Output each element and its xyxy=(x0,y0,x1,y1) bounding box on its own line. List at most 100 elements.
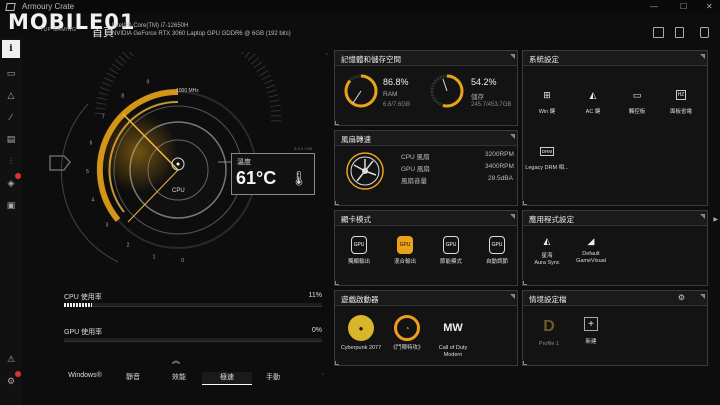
tile-label: Win 鍵 xyxy=(538,109,556,115)
ac-key-toggle[interactable]: ◭ AC 鍵 xyxy=(569,87,617,116)
scale-tick-label: 4 xyxy=(92,198,95,204)
corner-icon xyxy=(510,214,515,219)
thermometer-icon: 🌡 xyxy=(290,170,308,186)
fan-noise-value: 28.5dBA xyxy=(488,175,513,182)
card-header: 顯卡模式 xyxy=(335,211,517,226)
gpu-chip-icon: GPU xyxy=(351,236,367,254)
phone-icon[interactable] xyxy=(675,27,684,38)
tuf-gaming-badge: TUF GAMING xyxy=(40,27,77,33)
cpu-usage-bar xyxy=(64,303,322,307)
gpu-usage-value: 0% xyxy=(311,327,322,334)
gpu-name: NVIDIA GeForce RTX 3060 Laptop GPU GDDR6… xyxy=(112,31,291,37)
sidebar-item-gpu[interactable]: ∕ xyxy=(4,110,18,124)
touchpad-toggle[interactable]: ▭ 觸控板 xyxy=(613,87,661,116)
tab-silent[interactable]: 靜音 xyxy=(108,372,158,382)
storage-gauge xyxy=(430,74,464,108)
sidebar-item-tuning[interactable]: ⫶ xyxy=(4,154,18,168)
scenario-profile-card[interactable]: 情境設定檔 ⚙ D Profile 1 + 新建 xyxy=(522,290,708,366)
tile-label: Legacy DRM 相... xyxy=(525,165,569,171)
windows-key-icon: ⊞ xyxy=(543,89,551,100)
aura-sync-tile[interactable]: ◭ 星海 Aura Sync xyxy=(523,233,571,267)
profile-1-tile[interactable]: D Profile 1 xyxy=(525,317,573,347)
sidebar-item-home[interactable]: i xyxy=(2,40,20,58)
tab-performance[interactable]: 效能 xyxy=(154,372,204,382)
close-icon[interactable]: ✕ xyxy=(706,2,713,11)
legacy-drm-toggle[interactable]: DRM Legacy DRM 相... xyxy=(523,143,571,171)
win-key-toggle[interactable]: ⊞ Win 鍵 xyxy=(523,87,571,116)
gpu-mode-hybrid[interactable]: GPU 混合輸出 xyxy=(381,236,429,265)
gpu-fan-value: 3400RPM xyxy=(485,163,514,170)
sidebar-item-news[interactable]: ▣ xyxy=(4,198,18,212)
tile-sub: 星海 xyxy=(541,253,553,259)
sidebar-item-user[interactable]: ⚠ xyxy=(4,352,18,366)
panel-handle-icon[interactable]: ▫ xyxy=(326,52,328,58)
tile-label: 觸控板 xyxy=(628,109,646,115)
card-title: 情境設定檔 xyxy=(529,295,567,304)
card-header: 系統設定 xyxy=(523,51,707,66)
storage-detail: 245.7/453.7GB xyxy=(471,102,512,108)
card-title: 系統設定 xyxy=(529,55,559,64)
gpu-mode-auto[interactable]: GPU 自動調節 xyxy=(473,236,521,265)
mobile-sync-icon[interactable] xyxy=(700,27,709,38)
scale-tick-label: 5 xyxy=(86,169,89,175)
gpu-mode-card[interactable]: 顯卡模式 GPU 獨顯輸出 GPU 混合輸出 GPU 節能模式 GPU 自動調節 xyxy=(334,210,518,286)
clock-label: 1000 MHz xyxy=(176,88,199,94)
storage-label: 儲存 xyxy=(471,94,484,101)
panel-power-saving-icon: HZ xyxy=(675,90,687,100)
tile-label: 新建 xyxy=(585,339,597,345)
new-profile-tile[interactable]: + 新建 xyxy=(567,317,615,345)
sidebar-item-device[interactable]: ▭ xyxy=(4,66,18,80)
card-header: 風扇轉速 xyxy=(335,131,517,146)
fan-icon xyxy=(346,152,384,190)
memory-storage-card[interactable]: 記憶體和儲存空間 86.8% RAM 6.6/7.6GB 54.2% 儲存 24… xyxy=(334,50,518,126)
system-settings-card[interactable]: 系統設定 ⊞ Win 鍵 ◭ AC 鍵 ▭ 觸控板 HZ 面板省電 DRM Le… xyxy=(522,50,708,206)
minimize-icon[interactable]: — xyxy=(650,2,658,11)
chevron-right-icon[interactable]: ▶ xyxy=(713,216,718,223)
corner-tick xyxy=(335,201,339,205)
gpu-mode-ultimate[interactable]: GPU 獨顯輸出 xyxy=(335,236,383,265)
game-label: 《鬥陣特攻》 xyxy=(390,345,424,351)
panel-handle-icon[interactable]: ▫ xyxy=(322,372,324,378)
game-launcher-card[interactable]: 遊戲啟動器 ● Cyberpunk 2077 ◔ 《鬥陣特攻》 MW Call … xyxy=(334,290,518,366)
gpu-chip-icon: GPU xyxy=(489,236,505,254)
tab-turbo[interactable]: 極速 xyxy=(202,372,252,385)
ac-key-icon: ◭ xyxy=(589,89,597,100)
fan-speed-card[interactable]: 風扇轉速 CPU 風扇 3200RPM GPU 風扇 3400RPM 風扇音量 … xyxy=(334,130,518,206)
tile-label: 獨顯輸出 xyxy=(347,259,370,265)
notification-badge xyxy=(15,173,21,179)
gpu-fan-label: GPU 風扇 xyxy=(401,166,430,173)
maximize-icon[interactable]: ☐ xyxy=(680,2,687,11)
operating-mode-tabs: Windows® 靜音 效能 極速 手動 xyxy=(30,366,320,386)
system-info: Intel(R) Core(TM) i7-12650H NVIDIA GeFor… xyxy=(112,22,291,38)
card-title: 顯卡模式 xyxy=(341,215,371,224)
corner-icon xyxy=(510,54,515,59)
card-title: 應用程式設定 xyxy=(529,215,574,224)
card-title: 風扇轉速 xyxy=(341,135,371,144)
chevron-up-icon[interactable]: ︽ xyxy=(172,355,180,366)
tile-label: AC 鍵 xyxy=(585,109,601,115)
sidebar-item-scenario[interactable]: ▤ xyxy=(4,132,18,146)
tab-windows[interactable]: Windows® xyxy=(60,372,110,379)
scale-tick-label: 2 xyxy=(127,242,130,248)
gamevisual-tile[interactable]: ◢ Default GameVisual xyxy=(567,233,615,265)
scale-tick-label: 9 xyxy=(147,80,150,86)
game-cyberpunk[interactable]: ● Cyberpunk 2077 xyxy=(337,315,385,352)
scale-tick-label: 0 xyxy=(181,258,184,264)
settings-gear-icon[interactable]: ⚙ xyxy=(4,371,21,388)
tab-manual[interactable]: 手動 xyxy=(248,372,298,382)
armoury-crate-window: Armoury Crate — ☐ ✕ MOBILE01 首頁 TUF GAMI… xyxy=(0,0,720,405)
corner-tick xyxy=(335,121,339,125)
ram-gauge xyxy=(344,74,378,108)
corner-icon xyxy=(700,54,705,59)
device-icon[interactable] xyxy=(653,27,664,38)
panel-power-saving-toggle[interactable]: HZ 面板省電 xyxy=(657,87,705,115)
app-settings-card[interactable]: 應用程式設定 ◭ 星海 Aura Sync ◢ Default GameVisu… xyxy=(522,210,708,286)
gear-icon[interactable]: ⚙ xyxy=(678,293,685,302)
game-overwatch[interactable]: ◔ 《鬥陣特攻》 xyxy=(383,315,431,352)
sidebar-item-aura[interactable]: △ xyxy=(4,88,18,102)
sidebar-item-deals[interactable]: ◈ xyxy=(4,173,21,190)
ram-label: RAM xyxy=(383,91,398,98)
game-call-of-duty[interactable]: MW Call of Duty Modern xyxy=(429,315,477,359)
corner-tick xyxy=(335,281,339,285)
gpu-mode-eco[interactable]: GPU 節能模式 xyxy=(427,236,475,265)
